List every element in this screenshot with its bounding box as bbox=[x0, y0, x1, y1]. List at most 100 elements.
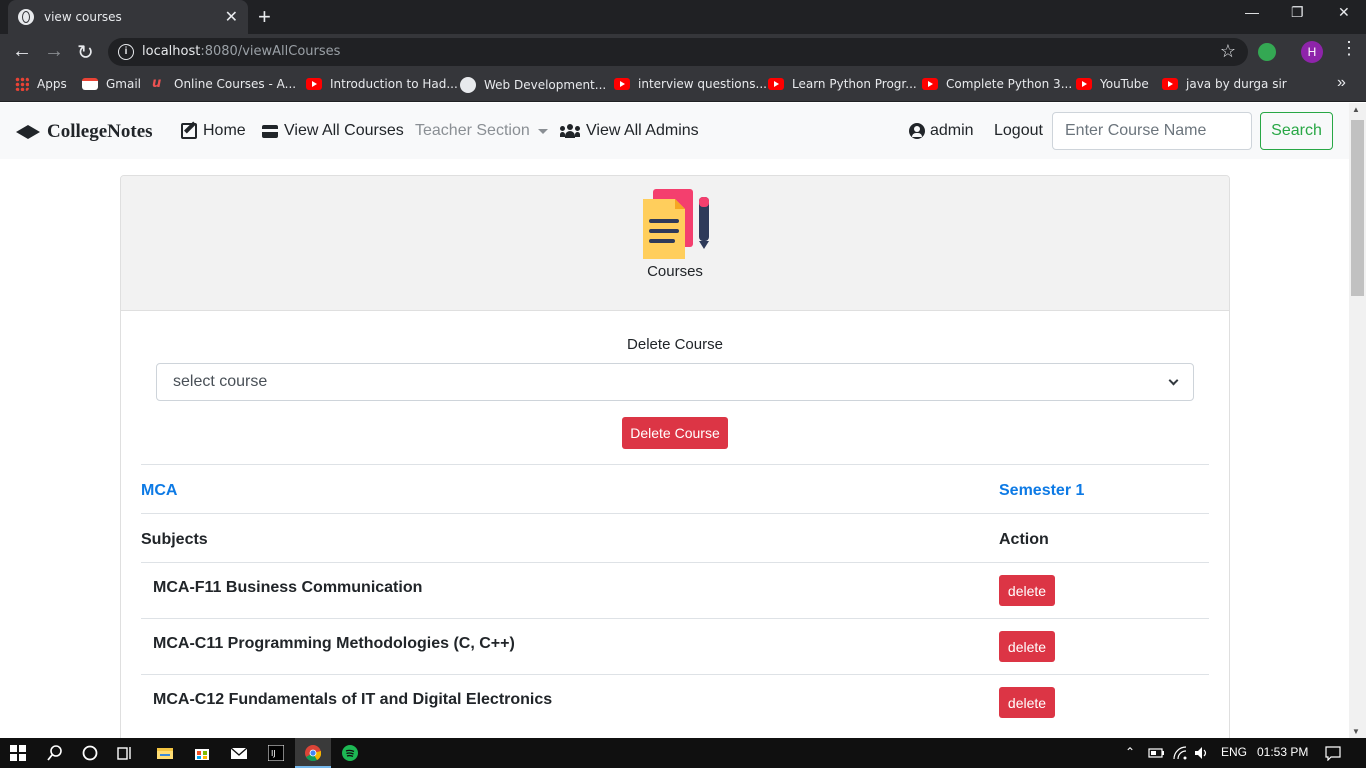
bookmark-youtube[interactable]: YouTube bbox=[1076, 77, 1149, 91]
gmail-icon bbox=[82, 78, 98, 90]
scroll-up-icon[interactable]: ▲ bbox=[1352, 105, 1360, 114]
web-icon bbox=[460, 77, 476, 93]
windows-taskbar: IJ ⌃ ENG 01:53 PM bbox=[0, 738, 1366, 768]
tray-expand-icon[interactable]: ⌃ bbox=[1125, 745, 1135, 759]
udemy-icon: u bbox=[152, 76, 162, 91]
bookmark-hadoop[interactable]: Introduction to Had... bbox=[306, 77, 458, 91]
tab-title: view courses bbox=[44, 10, 122, 24]
bookmark-learn-python[interactable]: Learn Python Progr... bbox=[768, 77, 917, 91]
clock[interactable]: 01:53 PM bbox=[1257, 745, 1308, 759]
card-icon bbox=[262, 124, 278, 138]
scroll-down-icon[interactable]: ▼ bbox=[1352, 727, 1360, 736]
bookmark-online-courses[interactable]: u Online Courses - A... bbox=[152, 77, 296, 91]
courses-icon bbox=[643, 189, 709, 259]
browser-tab[interactable]: view courses ✕ bbox=[8, 0, 248, 34]
semester-link[interactable]: Semester 1 bbox=[999, 482, 1084, 500]
delete-course-label: Delete Course bbox=[627, 336, 723, 353]
delete-subject-button[interactable]: delete bbox=[999, 631, 1055, 662]
extension-icon[interactable] bbox=[1258, 43, 1276, 61]
edit-icon bbox=[181, 123, 197, 139]
bookmark-interview-questions[interactable]: interview questions... bbox=[614, 77, 767, 91]
bookmark-java-durga[interactable]: java by durga sir bbox=[1162, 77, 1287, 91]
reload-icon[interactable]: ↻ bbox=[77, 40, 94, 65]
bookmark-complete-python[interactable]: Complete Python 3... bbox=[922, 77, 1072, 91]
bookmark-apps[interactable]: Apps bbox=[15, 77, 67, 91]
youtube-icon bbox=[922, 78, 938, 90]
subject-name: MCA-F11 Business Communication bbox=[153, 579, 423, 596]
users-icon bbox=[560, 124, 580, 138]
brand-logo[interactable]: CollegeNotes bbox=[16, 121, 153, 143]
app-navbar: CollegeNotes Home View All Courses Teach… bbox=[0, 103, 1349, 159]
cortana-icon[interactable] bbox=[82, 745, 98, 761]
subjects-table: MCA Semester 1 Subjects Action MCA-F11 B… bbox=[141, 464, 1209, 730]
scrollbar-thumb[interactable] bbox=[1351, 120, 1364, 296]
card-title: Courses bbox=[647, 263, 703, 280]
table-row: MCA-C12 Fundamentals of IT and Digital E… bbox=[141, 674, 1209, 730]
delete-course-button[interactable]: Delete Course bbox=[622, 417, 728, 449]
file-explorer-icon[interactable] bbox=[157, 745, 173, 761]
nav-home[interactable]: Home bbox=[181, 122, 246, 140]
chrome-icon[interactable] bbox=[305, 745, 321, 761]
delete-subject-button[interactable]: delete bbox=[999, 575, 1055, 606]
card-header: Courses bbox=[121, 176, 1229, 311]
nav-admin-user[interactable]: admin bbox=[909, 122, 974, 140]
user-circle-icon bbox=[909, 123, 925, 139]
course-search-input[interactable] bbox=[1052, 112, 1252, 150]
page-scrollbar[interactable]: ▲ ▼ bbox=[1349, 103, 1366, 738]
language-indicator[interactable]: ENG bbox=[1221, 745, 1247, 759]
bookmark-web-development[interactable]: Web Development... bbox=[460, 77, 606, 93]
svg-text:IJ: IJ bbox=[271, 749, 276, 758]
youtube-icon bbox=[1076, 78, 1092, 90]
intellij-icon[interactable]: IJ bbox=[268, 745, 284, 761]
restore-icon[interactable]: ❐ bbox=[1291, 4, 1304, 21]
subjects-column-header: Subjects bbox=[141, 531, 208, 548]
subject-name: MCA-C12 Fundamentals of IT and Digital E… bbox=[153, 691, 553, 708]
browser-tab-bar: view courses ✕ + — ❐ ✕ bbox=[0, 0, 1366, 34]
bookmarks-more-icon[interactable]: » bbox=[1337, 74, 1346, 92]
nav-view-all-courses[interactable]: View All Courses bbox=[262, 122, 404, 140]
nav-logout[interactable]: Logout bbox=[994, 122, 1043, 140]
spotify-icon[interactable] bbox=[342, 745, 358, 761]
notifications-icon[interactable] bbox=[1325, 745, 1341, 761]
wifi-icon[interactable] bbox=[1172, 745, 1188, 761]
window-close-icon[interactable]: ✕ bbox=[1338, 4, 1350, 21]
task-view-icon[interactable] bbox=[117, 745, 133, 761]
volume-icon[interactable] bbox=[1194, 745, 1210, 761]
mail-icon[interactable] bbox=[231, 745, 247, 761]
course-select[interactable]: select course bbox=[156, 363, 1194, 401]
course-name-link[interactable]: MCA bbox=[141, 482, 177, 500]
address-bar-area: ← → ↻ i localhost:8080/viewAllCourses ☆ bbox=[0, 34, 1366, 70]
subject-name: MCA-C11 Programming Methodologies (C, C+… bbox=[153, 635, 515, 652]
action-column-header: Action bbox=[999, 531, 1049, 548]
youtube-icon bbox=[768, 78, 784, 90]
chevron-down-icon bbox=[1168, 375, 1179, 385]
back-icon[interactable]: ← bbox=[12, 40, 32, 63]
apps-icon bbox=[15, 77, 29, 91]
url-field[interactable]: i localhost:8080/viewAllCourses ☆ bbox=[108, 38, 1248, 66]
store-icon[interactable] bbox=[194, 745, 210, 761]
browser-menu-icon[interactable]: ⋮ bbox=[1340, 38, 1358, 59]
globe-icon bbox=[18, 9, 34, 25]
new-tab-icon[interactable]: + bbox=[258, 4, 271, 30]
table-row: MCA-F11 Business Communication delete bbox=[141, 562, 1209, 618]
youtube-icon bbox=[306, 78, 322, 90]
search-icon[interactable] bbox=[47, 745, 63, 761]
windows-start-icon[interactable] bbox=[10, 745, 26, 761]
course-select-value: select course bbox=[173, 373, 268, 390]
profile-avatar[interactable]: H bbox=[1301, 41, 1323, 63]
bookmark-star-icon[interactable]: ☆ bbox=[1220, 41, 1236, 62]
search-button[interactable]: Search bbox=[1260, 112, 1333, 150]
info-icon[interactable]: i bbox=[118, 44, 134, 60]
forward-icon[interactable]: → bbox=[44, 40, 64, 63]
bookmark-gmail[interactable]: Gmail bbox=[82, 77, 141, 91]
nav-teacher-section[interactable]: Teacher Section bbox=[415, 122, 548, 140]
graduation-cap-icon bbox=[16, 125, 40, 139]
url-text: localhost:8080/viewAllCourses bbox=[142, 44, 341, 59]
nav-view-all-admins[interactable]: View All Admins bbox=[560, 122, 699, 140]
bookmarks-bar: Apps Gmail u Online Courses - A... Introd… bbox=[0, 70, 1366, 102]
delete-subject-button[interactable]: delete bbox=[999, 687, 1055, 718]
minimize-icon[interactable]: — bbox=[1245, 4, 1259, 20]
battery-icon[interactable] bbox=[1148, 745, 1164, 761]
table-row: MCA-C11 Programming Methodologies (C, C+… bbox=[141, 618, 1209, 674]
close-tab-icon[interactable]: ✕ bbox=[225, 7, 238, 27]
